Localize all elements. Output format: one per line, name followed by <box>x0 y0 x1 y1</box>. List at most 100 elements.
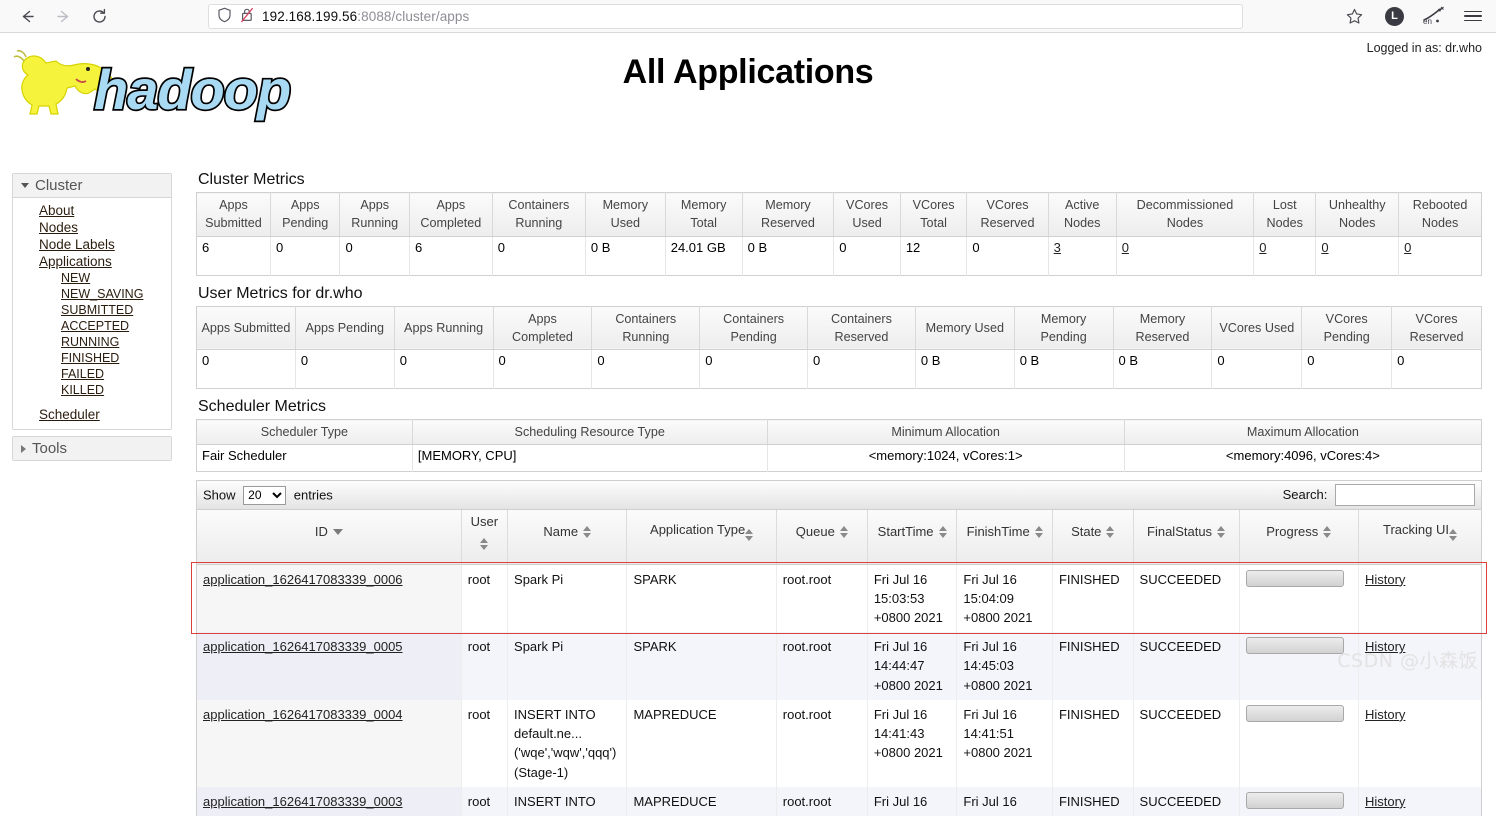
cell-final-status: SUCCEEDED <box>1133 564 1240 633</box>
sidebar-tools-title: Tools <box>32 440 68 457</box>
table-row[interactable]: application_1626417083339_0006 root Spar… <box>197 564 1481 633</box>
th-containers-running: Containers Running <box>492 192 586 237</box>
sidebar-state-finished[interactable]: FINISHED <box>13 350 171 366</box>
th-apps-pending: Apps Pending <box>270 192 341 237</box>
sidebar-item-applications[interactable]: Applications <box>13 253 171 270</box>
col-id[interactable]: ID <box>197 510 462 565</box>
cell-queue: root.root <box>776 632 868 700</box>
cluster-metrics-table: Apps Submitted Apps Pending Apps Running… <box>196 192 1482 276</box>
address-bar[interactable]: 192.168.199.56:8088/cluster/apps <box>208 3 1243 29</box>
utd-vcores-pending: 0 <box>1301 349 1393 389</box>
col-start-time[interactable]: StartTime <box>867 510 958 565</box>
input-method-icon[interactable]: en <box>1422 6 1446 26</box>
col-name[interactable]: Name <box>507 510 628 565</box>
sidebar-state-submitted[interactable]: SUBMITTED <box>13 302 171 318</box>
link-active-nodes[interactable]: 3 <box>1054 240 1061 255</box>
sort-both-icon <box>1034 525 1043 538</box>
sidebar-cluster-header[interactable]: Cluster <box>13 174 171 198</box>
uth-containers-reserved: Containers Reserved <box>807 306 916 350</box>
td-memory-total: 24.01 GB <box>665 236 743 275</box>
search-input[interactable] <box>1335 484 1475 507</box>
col-finish-time[interactable]: FinishTime <box>956 510 1053 565</box>
sort-both-icon <box>1217 525 1226 538</box>
sidebar-panel-tools: Tools <box>12 436 172 461</box>
search-control: Search: <box>1283 484 1475 507</box>
cell-state: FINISHED <box>1052 632 1134 700</box>
sidebar-state-accepted[interactable]: ACCEPTED <box>13 318 171 334</box>
sidebar-item-nodes[interactable]: Nodes <box>13 219 171 236</box>
col-tracking-ui-label: Tracking UI <box>1383 522 1449 538</box>
td-apps-submitted: 6 <box>196 236 271 275</box>
col-final-status[interactable]: FinalStatus <box>1133 510 1240 565</box>
back-icon[interactable] <box>16 5 38 27</box>
th-vcores-total: VCores Total <box>900 192 968 237</box>
cell-state: FINISHED <box>1052 786 1134 816</box>
sidebar-state-new[interactable]: NEW <box>13 270 171 286</box>
sidebar-item-scheduler[interactable]: Scheduler <box>13 406 171 423</box>
application-id-link[interactable]: application_1626417083339_0004 <box>203 707 403 722</box>
insecure-lock-icon[interactable] <box>240 7 254 26</box>
page-root: hadoop Logged in as: dr.who All Applicat… <box>0 33 1496 816</box>
sidebar-tools-header[interactable]: Tools <box>13 437 171 460</box>
table-row[interactable]: application_1626417083339_0005 root Spar… <box>197 632 1481 700</box>
cell-user: root <box>461 786 509 816</box>
col-state[interactable]: State <box>1052 510 1134 565</box>
col-user[interactable]: User <box>461 510 509 565</box>
scheduler-metrics-title: Scheduler Metrics <box>198 398 327 415</box>
progress-bar <box>1245 637 1344 655</box>
th-apps-running: Apps Running <box>339 192 410 237</box>
application-id-link[interactable]: application_1626417083339_0003 <box>203 794 403 809</box>
link-rebooted-nodes[interactable]: 0 <box>1404 240 1411 255</box>
sort-both-icon <box>1106 525 1115 538</box>
caret-right-icon <box>21 444 26 453</box>
sidebar-state-killed[interactable]: KILLED <box>13 382 171 398</box>
reload-icon[interactable] <box>88 5 110 27</box>
sort-both-icon <box>1448 529 1457 542</box>
uth-containers-pending: Containers Pending <box>699 306 809 350</box>
application-id-link[interactable]: application_1626417083339_0006 <box>203 572 403 587</box>
sidebar-state-new-saving[interactable]: NEW_SAVING <box>13 286 171 302</box>
td-memory-reserved: 0 B <box>742 236 835 275</box>
link-lost-nodes[interactable]: 0 <box>1259 240 1266 255</box>
utd-containers-running: 0 <box>591 349 701 389</box>
th-vcores-reserved: VCores Reserved <box>966 192 1049 237</box>
cell-final-status: SUCCEEDED <box>1133 699 1240 787</box>
td-unhealthy-nodes: 0 <box>1315 236 1400 275</box>
profile-avatar[interactable]: L <box>1385 6 1404 26</box>
sort-both-icon <box>745 529 754 542</box>
col-progress[interactable]: Progress <box>1239 510 1359 565</box>
col-progress-label: Progress <box>1266 523 1319 539</box>
sidebar-cluster-title: Cluster <box>35 177 83 194</box>
page-length-select[interactable]: 20 40 60 80 100 <box>243 485 287 505</box>
col-application-type[interactable]: Application Type <box>626 510 777 565</box>
td-active-nodes: 3 <box>1048 236 1117 275</box>
sidebar-state-failed[interactable]: FAILED <box>13 366 171 382</box>
sort-both-icon <box>1323 525 1332 538</box>
cell-final-status: SUCCEEDED <box>1133 632 1240 700</box>
link-unhealthy-nodes[interactable]: 0 <box>1321 240 1328 255</box>
cell-final-status: SUCCEEDED <box>1133 786 1240 816</box>
cell-user: root <box>461 699 509 787</box>
sidebar-item-about[interactable]: About <box>13 202 171 219</box>
sidebar-state-running[interactable]: RUNNING <box>13 334 171 350</box>
forward-icon[interactable] <box>52 5 74 27</box>
application-id-link[interactable]: application_1626417083339_0005 <box>203 639 403 654</box>
th-memory-reserved: Memory Reserved <box>742 192 835 237</box>
caret-down-icon <box>21 183 29 188</box>
history-link[interactable]: History <box>1365 572 1405 587</box>
menu-icon[interactable] <box>1464 10 1482 22</box>
utd-apps-submitted: 0 <box>196 349 296 389</box>
uth-vcores-used: VCores Used <box>1211 306 1303 350</box>
history-link[interactable]: History <box>1365 707 1405 722</box>
history-link[interactable]: History <box>1365 794 1405 809</box>
std-scheduling-resource-type: [MEMORY, CPU] <box>412 444 768 472</box>
td-vcores-total: 12 <box>900 236 968 275</box>
sidebar-item-node-labels[interactable]: Node Labels <box>13 236 171 253</box>
col-queue[interactable]: Queue <box>776 510 868 565</box>
col-tracking-ui[interactable]: Tracking UI <box>1358 510 1481 565</box>
link-decommissioned-nodes[interactable]: 0 <box>1122 240 1129 255</box>
table-row[interactable]: application_1626417083339_0003 root INSE… <box>197 786 1481 816</box>
table-row[interactable]: application_1626417083339_0004 root INSE… <box>197 699 1481 787</box>
bookmark-star-icon[interactable] <box>1341 8 1367 25</box>
cell-finish-time: Fri Jul 16 14:41:51 +0800 2021 <box>956 699 1053 787</box>
